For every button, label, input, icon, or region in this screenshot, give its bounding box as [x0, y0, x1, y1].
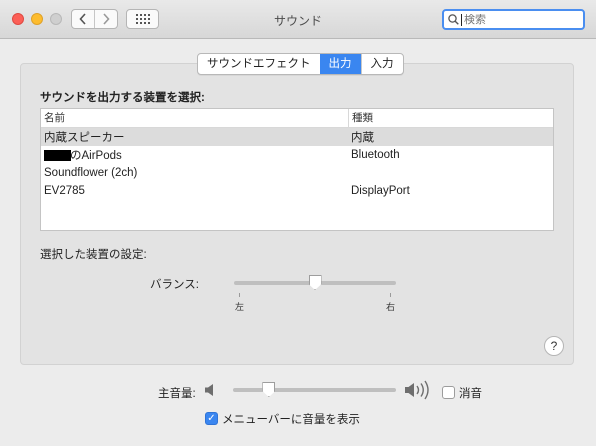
table-row[interactable]: のAirPods Bluetooth [41, 146, 553, 164]
mute-checkbox[interactable] [442, 386, 455, 399]
device-name: 内蔵スピーカー [44, 132, 125, 144]
search-input[interactable] [462, 13, 574, 26]
balance-right-label: 右 [386, 302, 396, 312]
output-panel: サウンドを出力する装置を選択: 名前 種類 内蔵スピーカー 内蔵 のAirPod… [20, 63, 574, 365]
speaker-low-icon [205, 384, 213, 396]
column-header-name[interactable]: 名前 [41, 109, 348, 127]
device-name: Soundflower (2ch) [44, 167, 138, 179]
device-type: Bluetooth [351, 149, 400, 161]
tab-bar: サウンドエフェクト 出力 入力 [197, 53, 404, 75]
search-icon [448, 14, 459, 25]
column-header-type[interactable]: 種類 [348, 109, 373, 127]
speaker-high-icon [405, 380, 429, 400]
show-volume-in-menubar-label: メニューバーに音量を表示 [222, 414, 360, 426]
master-volume-label: 主音量: [158, 388, 196, 400]
balance-tick-left [239, 293, 240, 297]
sound-preferences-window: サウンド サウンドを出力する装置を選択: 名前 種類 内蔵スピーカー 内蔵 のA… [0, 0, 596, 446]
volume-slider-track[interactable] [233, 388, 396, 392]
table-header: 名前 種類 [41, 109, 553, 128]
balance-slider-thumb[interactable] [308, 275, 322, 290]
device-settings-title: 選択した装置の設定: [40, 249, 147, 261]
show-volume-in-menubar-checkbox[interactable]: ✓ [205, 412, 218, 425]
volume-slider-thumb[interactable] [262, 382, 276, 397]
mute-label: 消音 [459, 388, 482, 400]
output-device-table: 名前 種類 内蔵スピーカー 内蔵 のAirPods Bluetooth Soun… [40, 108, 554, 231]
device-name-cell: のAirPods [41, 147, 348, 163]
table-row[interactable]: EV2785 DisplayPort [41, 182, 553, 200]
search-field[interactable] [442, 9, 585, 30]
device-name: のAirPods [70, 150, 122, 162]
balance-label: バランス: [150, 279, 199, 291]
table-row[interactable]: Soundflower (2ch) [41, 164, 553, 182]
tab-sound-effects[interactable]: サウンドエフェクト [198, 54, 320, 74]
balance-left-label: 左 [235, 302, 245, 312]
balance-tick-right [390, 293, 391, 297]
device-type: DisplayPort [351, 185, 410, 197]
tab-input[interactable]: 入力 [360, 54, 403, 74]
title-bar: サウンド [0, 0, 596, 39]
table-row[interactable]: 内蔵スピーカー 内蔵 [41, 128, 553, 146]
output-section-title: サウンドを出力する装置を選択: [40, 92, 205, 104]
tab-output[interactable]: 出力 [319, 54, 361, 74]
device-name: EV2785 [44, 185, 85, 197]
checkmark-icon: ✓ [207, 413, 216, 424]
device-type: 内蔵 [351, 132, 374, 144]
help-button[interactable]: ? [544, 336, 564, 356]
redacted-name [44, 150, 71, 162]
